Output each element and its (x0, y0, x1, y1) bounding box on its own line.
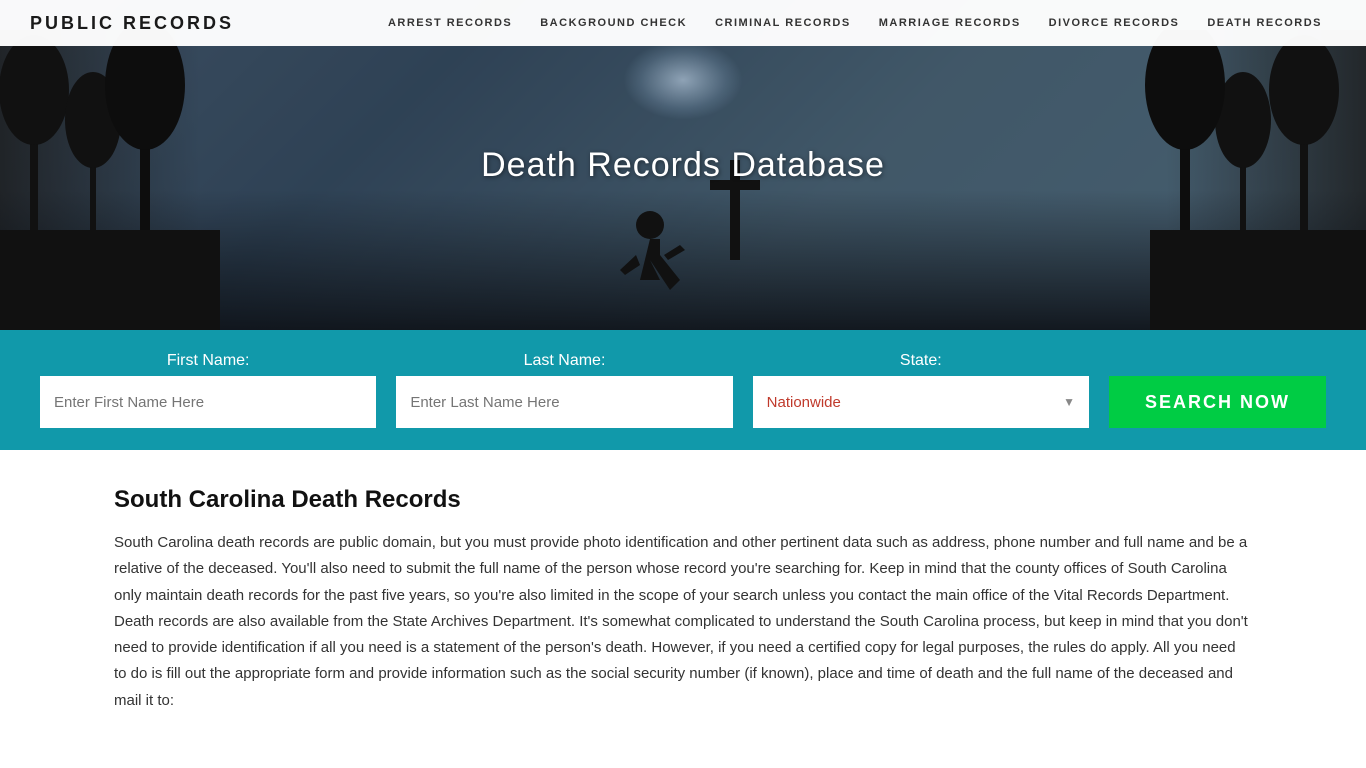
last-name-label: Last Name: (396, 352, 732, 370)
nav-item-death-records: DEATH RECORDS (1193, 0, 1336, 46)
first-name-field: First Name: (40, 352, 376, 428)
last-name-input[interactable] (396, 376, 732, 428)
nav-links: ARREST RECORDSBACKGROUND CHECKCRIMINAL R… (374, 0, 1336, 46)
hero-orb (623, 40, 743, 120)
silhouette-bottom (0, 190, 1366, 330)
nav-item-arrest-records: ARREST RECORDS (374, 0, 526, 46)
site-logo[interactable]: PUBLIC RECORDS (30, 13, 234, 34)
hero-section: Death Records Database (0, 0, 1366, 330)
nav-link-background-check[interactable]: BACKGROUND CHECK (526, 0, 701, 46)
state-field: State: NationwideAlabamaAlaskaArizonaArk… (753, 352, 1089, 428)
content-body: South Carolina death records are public … (114, 530, 1252, 714)
navbar: PUBLIC RECORDS ARREST RECORDSBACKGROUND … (0, 0, 1366, 46)
nav-item-background-check: BACKGROUND CHECK (526, 0, 701, 46)
search-bar: First Name: Last Name: State: Nationwide… (0, 330, 1366, 450)
nav-link-criminal-records[interactable]: CRIMINAL RECORDS (701, 0, 865, 46)
hero-title: Death Records Database (481, 146, 885, 185)
first-name-input[interactable] (40, 376, 376, 428)
nav-link-marriage-records[interactable]: MARRIAGE RECORDS (865, 0, 1035, 46)
last-name-field: Last Name: (396, 352, 732, 428)
nav-item-divorce-records: DIVORCE RECORDS (1035, 0, 1194, 46)
nav-link-death-records[interactable]: DEATH RECORDS (1193, 0, 1336, 46)
nav-item-criminal-records: CRIMINAL RECORDS (701, 0, 865, 46)
first-name-label: First Name: (40, 352, 376, 370)
nav-link-arrest-records[interactable]: ARREST RECORDS (374, 0, 526, 46)
state-select-wrapper: NationwideAlabamaAlaskaArizonaArkansasCa… (753, 376, 1089, 428)
search-button[interactable]: SEARCH NOW (1109, 376, 1326, 428)
content-section: South Carolina Death Records South Carol… (0, 450, 1366, 754)
state-select[interactable]: NationwideAlabamaAlaskaArizonaArkansasCa… (753, 376, 1089, 428)
state-label: State: (753, 352, 1089, 370)
nav-link-divorce-records[interactable]: DIVORCE RECORDS (1035, 0, 1194, 46)
content-heading: South Carolina Death Records (114, 486, 1252, 514)
nav-item-marriage-records: MARRIAGE RECORDS (865, 0, 1035, 46)
